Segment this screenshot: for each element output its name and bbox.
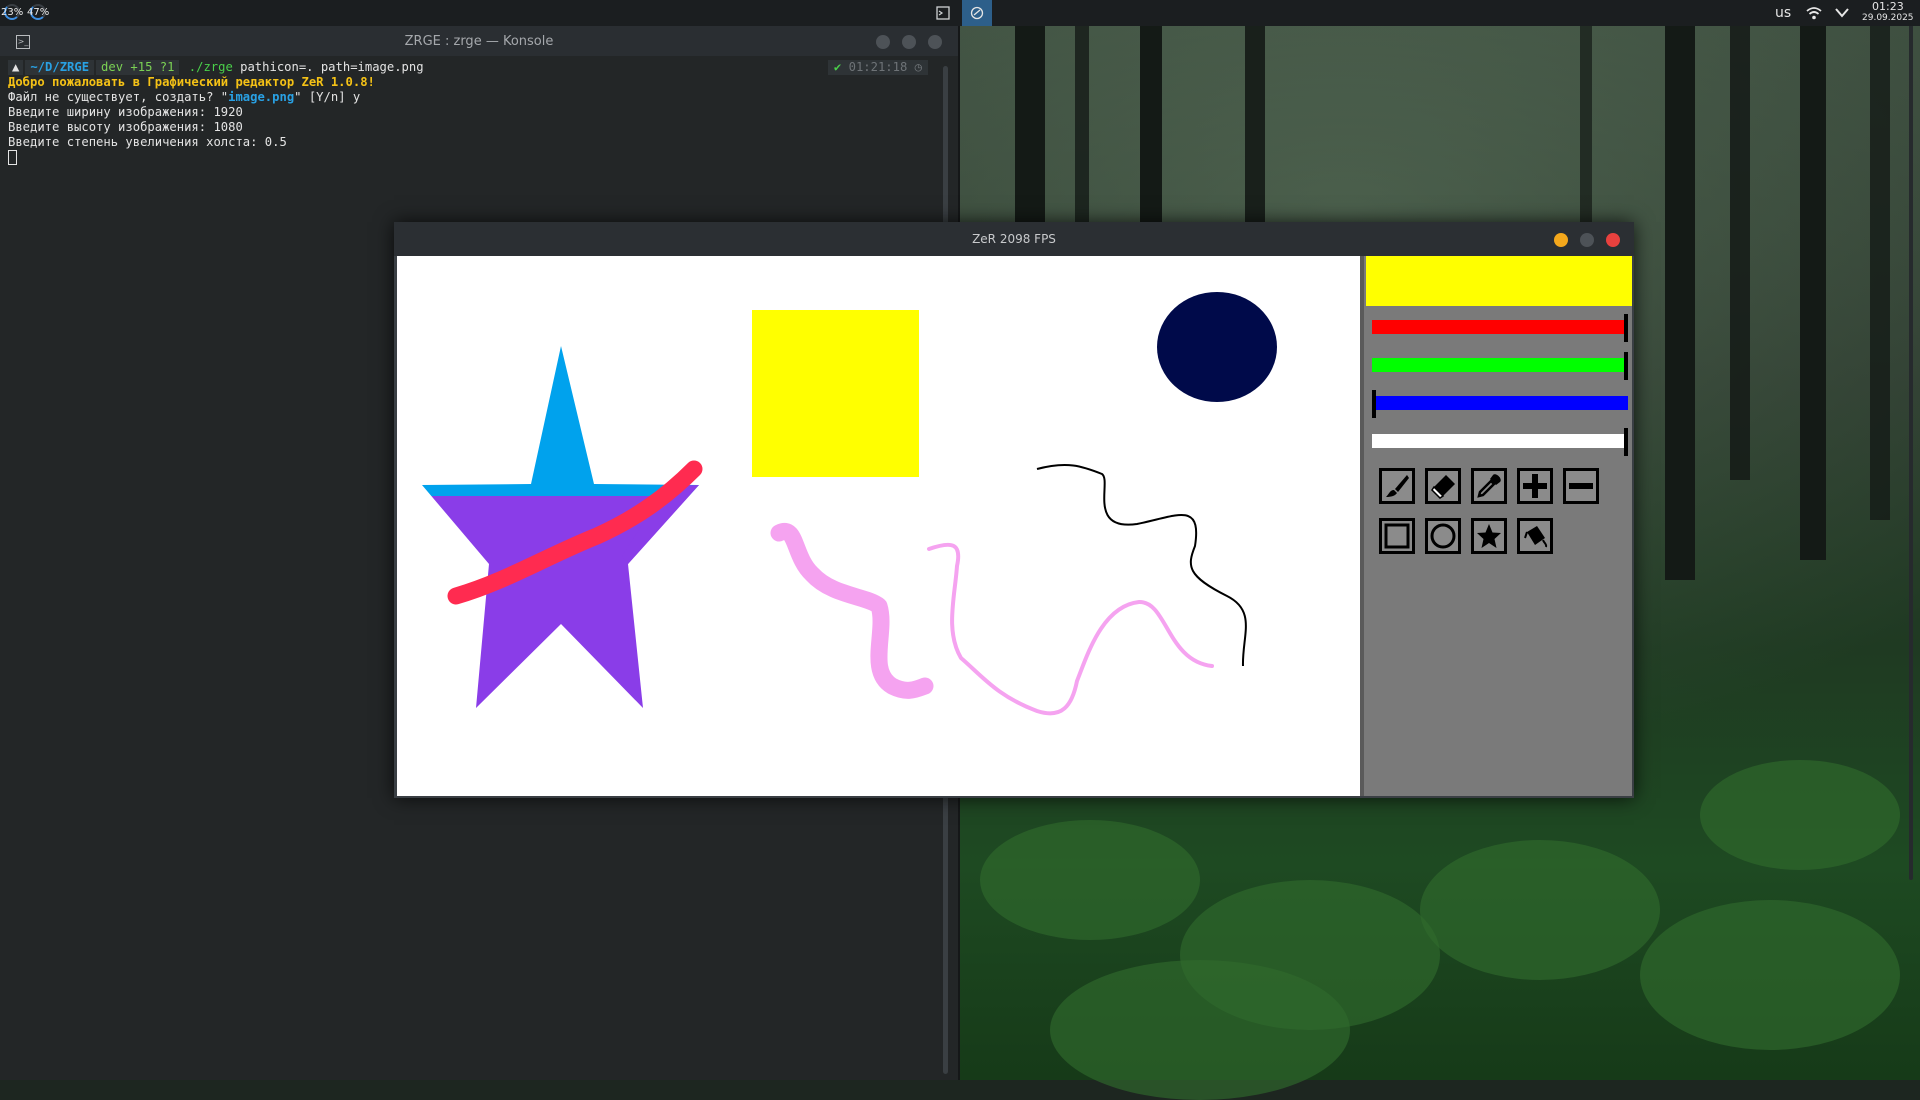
circle-tool-button[interactable] — [1425, 518, 1461, 554]
maximize-button[interactable] — [902, 35, 916, 49]
terminal-icon — [936, 6, 950, 20]
star-tool-button[interactable] — [1471, 518, 1507, 554]
arch-logo-icon: ▲ — [8, 60, 24, 75]
file-question-line: Файл не существует, создать? "image.png"… — [8, 90, 938, 105]
command-name: ./zrge — [188, 60, 233, 74]
welcome-line: Добро пожаловать в Графический редактор … — [8, 75, 375, 89]
red-slider[interactable] — [1372, 314, 1628, 342]
memory-usage-text: 47% — [27, 7, 50, 18]
star-shape — [422, 346, 699, 708]
zoom-in-button[interactable] — [1517, 468, 1553, 504]
command-args: pathicon=. path=image.png — [232, 60, 424, 74]
taskbar-zer-button[interactable] — [962, 0, 992, 26]
fill-bucket-icon — [1524, 526, 1548, 548]
yellow-square — [752, 310, 919, 477]
clock-time[interactable]: 01:23 — [1872, 0, 1904, 13]
scale-line: Введите степень увеличения холста: 0.5 — [8, 135, 287, 149]
eraser-icon — [1431, 475, 1455, 499]
blue-slider-thumb[interactable] — [1372, 390, 1376, 418]
cpu-usage-gauge[interactable]: 23% — [1, 4, 25, 22]
zer-titlebar[interactable]: ZeR 2098 FPS — [394, 222, 1634, 256]
thin-pink-stroke — [927, 542, 1214, 716]
fill-tool-button[interactable] — [1517, 518, 1553, 554]
zoom-in-icon — [1523, 474, 1547, 498]
chevron-down-icon[interactable] — [1834, 6, 1850, 20]
close-button[interactable] — [1606, 233, 1620, 247]
tool-palette — [1360, 256, 1632, 796]
keyboard-layout-indicator[interactable]: us — [1775, 5, 1791, 21]
wifi-icon[interactable] — [1805, 5, 1823, 21]
brush-tool-button[interactable] — [1379, 468, 1415, 504]
eraser-tool-button[interactable] — [1425, 468, 1461, 504]
drawing-canvas[interactable] — [397, 256, 1360, 796]
success-check-icon: ✔ — [833, 60, 842, 74]
eyedropper-tool-button[interactable] — [1471, 468, 1507, 504]
canvas-drawing — [422, 292, 1277, 716]
green-slider-thumb[interactable] — [1624, 352, 1628, 380]
desktop-scrollbar[interactable] — [1909, 0, 1913, 880]
black-stroke — [1036, 463, 1247, 667]
cursor-line — [8, 150, 938, 165]
width-line: Введите ширину изображения: 1920 — [8, 105, 243, 119]
konsole-titlebar[interactable]: >_ ZRGE : zrge — Konsole — [0, 26, 958, 56]
clock-date[interactable]: 29.09.2025 — [1862, 13, 1914, 23]
zer-title: ZeR 2098 FPS — [972, 232, 1056, 246]
zoom-out-icon — [1569, 483, 1593, 489]
file-question-text: Файл не существует, создать? " — [8, 90, 229, 104]
memory-usage-gauge[interactable]: 47% — [27, 4, 51, 22]
brush-icon — [1386, 475, 1409, 497]
rectangle-tool-button[interactable] — [1379, 518, 1415, 554]
navy-circle — [1157, 292, 1277, 402]
cpu-usage-text: 23% — [1, 7, 24, 18]
current-color-swatch — [1366, 256, 1632, 306]
maximize-button[interactable] — [1580, 233, 1594, 247]
star-icon — [1477, 524, 1501, 548]
file-name: image.png — [228, 90, 295, 104]
zoom-out-button[interactable] — [1563, 468, 1599, 504]
prompt-path: ~/D/ZRGE — [25, 60, 95, 75]
top-panel: 23% 47% us 01:23 29.09.2025 — [0, 0, 1920, 26]
prompt-status: ✔ 01:21:18 ◷ — [827, 60, 928, 75]
circle-icon — [1430, 523, 1456, 549]
minimize-button[interactable] — [1554, 233, 1568, 247]
alpha-slider[interactable] — [1372, 428, 1628, 456]
prompt-time: 01:21:18 — [848, 60, 908, 74]
green-slider[interactable] — [1372, 352, 1628, 380]
text-cursor — [8, 150, 17, 165]
clock-icon: ◷ — [914, 60, 922, 74]
minimize-button[interactable] — [876, 35, 890, 49]
thick-pink-stroke — [770, 523, 934, 699]
close-button[interactable] — [928, 35, 942, 49]
blue-slider[interactable] — [1372, 390, 1628, 418]
prompt-git-status: dev +15 ?1 — [96, 60, 180, 75]
taskbar-konsole-button[interactable] — [928, 0, 958, 26]
terminal-icon[interactable]: >_ — [16, 35, 30, 49]
konsole-title: ZRGE : zrge — Konsole — [404, 33, 554, 49]
alpha-slider-thumb[interactable] — [1624, 428, 1628, 456]
shell-prompt: ▲ ~/D/ZRGE dev +15 ?1 ./zrge pathicon=. pa… — [8, 60, 938, 75]
zer-app-icon — [970, 6, 984, 20]
red-slider-thumb[interactable] — [1624, 314, 1628, 342]
eyedropper-icon — [1477, 474, 1501, 498]
height-line: Введите высоту изображения: 1080 — [8, 120, 243, 134]
file-question-answer: " [Y/n] y — [294, 90, 361, 104]
rectangle-icon — [1384, 523, 1410, 549]
zer-window[interactable]: ZeR 2098 FPS — [394, 222, 1634, 798]
